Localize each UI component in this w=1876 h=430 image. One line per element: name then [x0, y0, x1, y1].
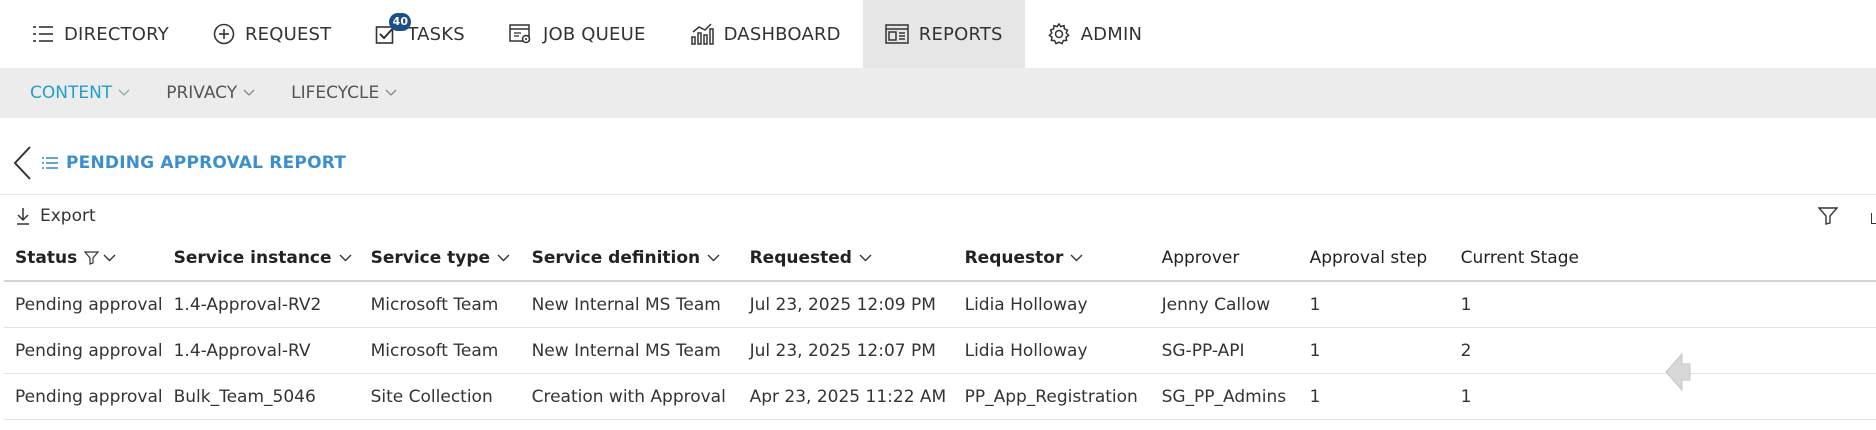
- chevron-down-icon[interactable]: [339, 254, 352, 262]
- subnav-content-label: CONTENT: [30, 83, 113, 103]
- filter-icon[interactable]: [84, 251, 100, 265]
- nav-reports-label: REPORTS: [918, 23, 1003, 45]
- export-label: Export: [40, 206, 96, 226]
- column-header-label: Service definition: [531, 248, 701, 268]
- cell-requested: Apr 23, 2025 11:22 AM: [738, 373, 954, 420]
- chevron-down-icon: [243, 89, 255, 96]
- cell-requested: Jul 23, 2025 12:09 PM: [738, 281, 954, 328]
- nav-admin[interactable]: ADMIN: [1025, 0, 1164, 68]
- chevron-down-icon[interactable]: [497, 254, 510, 262]
- column-header-service-definition[interactable]: Service definition: [520, 236, 739, 282]
- column-header-requested[interactable]: Requested: [738, 236, 954, 282]
- column-header-label: Approval step: [1309, 248, 1428, 268]
- cell-service-instance: 1.4-Approval-RV2: [162, 281, 360, 328]
- column-header-current-stage: Current Stage: [1449, 236, 1876, 282]
- cell-status: Pending approval: [4, 327, 163, 374]
- nav-admin-label: ADMIN: [1080, 23, 1143, 45]
- nav-dashboard-label: DASHBOARD: [723, 23, 841, 45]
- cell-current-stage: 1: [1449, 281, 1876, 328]
- export-button[interactable]: Export: [16, 206, 96, 226]
- column-header-approval-step: Approval step: [1298, 236, 1450, 282]
- cell-service-type: Microsoft Team: [359, 281, 521, 328]
- report-icon: [885, 24, 909, 44]
- list-icon: [33, 26, 53, 42]
- subnav-privacy[interactable]: PRIVACY: [166, 83, 255, 103]
- nav-tasks[interactable]: 40 TASKS: [353, 0, 487, 68]
- nav-reports[interactable]: REPORTS: [862, 0, 1025, 68]
- job-queue-icon: [509, 24, 531, 44]
- nav-request-label: REQUEST: [244, 23, 332, 45]
- pending-approval-table: Status Service instance Service type Ser…: [4, 236, 1876, 420]
- tasks-count-badge: 40: [389, 13, 412, 31]
- nav-directory[interactable]: DIRECTORY: [10, 0, 191, 68]
- nav-job-queue[interactable]: JOB QUEUE: [487, 0, 668, 68]
- cell-service-type: Site Collection: [359, 373, 521, 420]
- table-header-row: Status Service instance Service type Ser…: [4, 236, 1876, 282]
- nav-directory-label: DIRECTORY: [64, 23, 169, 45]
- column-header-label: Service instance: [173, 248, 332, 268]
- download-icon: [17, 208, 29, 225]
- list-icon: [42, 157, 58, 169]
- subnav-privacy-label: PRIVACY: [166, 83, 238, 103]
- column-header-label: Current Stage: [1460, 248, 1579, 268]
- column-header-approver: Approver: [1150, 236, 1299, 282]
- cell-approval-step: 1: [1298, 281, 1450, 328]
- table-row[interactable]: Pending approval Bulk_Team_5046 Site Col…: [4, 373, 1876, 420]
- subnav-content[interactable]: CONTENT: [30, 83, 130, 103]
- nav-request[interactable]: REQUEST: [191, 0, 353, 68]
- cell-service-definition: New Internal MS Team: [520, 281, 739, 328]
- cell-service-type: Microsoft Team: [359, 327, 521, 374]
- subnav-lifecycle[interactable]: LIFECYCLE: [291, 83, 397, 103]
- report-toolbar: Export: [0, 195, 1876, 237]
- column-header-service-type[interactable]: Service type: [359, 236, 521, 282]
- column-header-label: Approver: [1161, 248, 1240, 268]
- nav-job-queue-label: JOB QUEUE: [542, 23, 646, 45]
- cell-approver: Jenny Callow: [1150, 281, 1299, 328]
- gear-icon: [1047, 22, 1070, 45]
- column-header-label: Requestor: [964, 248, 1064, 268]
- cell-approver: SG_PP_Admins: [1150, 373, 1299, 420]
- cell-approver: SG-PP-API: [1150, 327, 1299, 374]
- subnav-lifecycle-label: LIFECYCLE: [291, 83, 380, 103]
- cell-service-instance: Bulk_Team_5046: [162, 373, 360, 420]
- cell-requestor: PP_App_Registration: [953, 373, 1151, 420]
- chevron-down-icon[interactable]: [1070, 254, 1083, 262]
- page-title: PENDING APPROVAL REPORT: [42, 153, 346, 173]
- filter-icon[interactable]: [1818, 207, 1838, 225]
- plus-circle-icon: [213, 23, 235, 45]
- column-header-label: Status: [15, 248, 78, 268]
- cell-requested: Jul 23, 2025 12:07 PM: [738, 327, 954, 374]
- cell-approval-step: 1: [1298, 327, 1450, 374]
- back-chevron-icon[interactable]: [12, 145, 32, 181]
- cell-service-definition: Creation with Approval: [520, 373, 739, 420]
- cell-status: Pending approval: [4, 281, 163, 328]
- chevron-down-icon: [118, 89, 130, 96]
- cell-approval-step: 1: [1298, 373, 1450, 420]
- page-title-text: PENDING APPROVAL REPORT: [66, 153, 347, 173]
- cell-status: Pending approval: [4, 373, 163, 420]
- cell-requestor: Lidia Holloway: [953, 327, 1151, 374]
- table-row[interactable]: Pending approval 1.4-Approval-RV2 Micros…: [4, 281, 1876, 328]
- edge-marker: [1871, 213, 1876, 224]
- table-row[interactable]: Pending approval 1.4-Approval-RV Microso…: [4, 327, 1876, 374]
- chevron-down-icon[interactable]: [859, 254, 872, 262]
- chevron-down-icon[interactable]: [103, 254, 116, 262]
- navigate-arrow-icon[interactable]: [1660, 352, 1694, 392]
- column-header-label: Service type: [370, 248, 491, 268]
- column-header-service-instance[interactable]: Service instance: [162, 236, 360, 282]
- report-header: PENDING APPROVAL REPORT: [0, 118, 1876, 195]
- chevron-down-icon[interactable]: [707, 254, 720, 262]
- cell-service-definition: New Internal MS Team: [520, 327, 739, 374]
- nav-tasks-label: TASKS: [407, 23, 465, 45]
- column-header-status[interactable]: Status: [4, 236, 163, 282]
- column-header-label: Requested: [749, 248, 852, 268]
- column-header-requestor[interactable]: Requestor: [953, 236, 1151, 282]
- bar-chart-icon: [690, 23, 714, 45]
- chevron-down-icon: [385, 89, 397, 96]
- top-navigation: DIRECTORY REQUEST 40 TASKS JOB QUEUE DAS…: [0, 0, 1876, 68]
- cell-service-instance: 1.4-Approval-RV: [162, 327, 360, 374]
- cell-requestor: Lidia Holloway: [953, 281, 1151, 328]
- sub-navigation: CONTENT PRIVACY LIFECYCLE: [0, 68, 1876, 118]
- nav-dashboard[interactable]: DASHBOARD: [668, 0, 863, 68]
